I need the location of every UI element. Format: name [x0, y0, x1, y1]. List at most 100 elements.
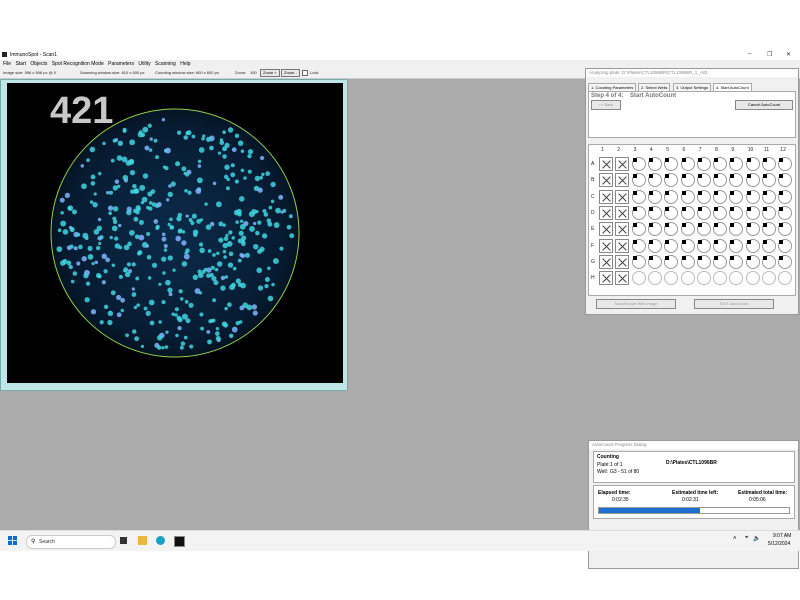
- plate-well[interactable]: [713, 205, 728, 220]
- plate-well[interactable]: [647, 157, 662, 171]
- plate-well[interactable]: [713, 238, 728, 253]
- plate-well[interactable]: [696, 238, 711, 253]
- chevron-up-icon[interactable]: ˄: [733, 536, 737, 542]
- plate-well[interactable]: [729, 271, 744, 286]
- plate-well[interactable]: [680, 271, 695, 286]
- save-export-well-image-button[interactable]: Save/Export Well Image: [596, 299, 676, 309]
- menu-utility[interactable]: Utility: [138, 61, 150, 67]
- plate-well[interactable]: [729, 189, 744, 204]
- plate-well[interactable]: [680, 173, 695, 188]
- plate-well[interactable]: [647, 238, 662, 253]
- plate-well[interactable]: [647, 222, 662, 237]
- plate-well[interactable]: [713, 189, 728, 204]
- plate-well[interactable]: [762, 157, 776, 171]
- plate-well[interactable]: [745, 173, 760, 188]
- plate-well[interactable]: [745, 189, 760, 204]
- plate-well[interactable]: [745, 222, 760, 237]
- file-explorer-icon[interactable]: [138, 536, 147, 545]
- maximize-icon[interactable]: ❐: [767, 51, 772, 58]
- plate-well[interactable]: [778, 173, 793, 188]
- plate-well[interactable]: [599, 205, 613, 220]
- plate-well[interactable]: [664, 173, 679, 188]
- plate-well[interactable]: [729, 238, 744, 253]
- zoom-out-button[interactable]: Zoom -: [281, 69, 300, 77]
- plate-well[interactable]: [647, 189, 662, 204]
- plate-well[interactable]: [729, 222, 744, 237]
- plate-well[interactable]: [615, 254, 630, 269]
- plate-well[interactable]: [696, 254, 711, 269]
- plate-well[interactable]: [664, 238, 679, 253]
- plate-well[interactable]: [599, 271, 613, 286]
- back-button[interactable]: << Back: [591, 100, 621, 110]
- plate-well[interactable]: [664, 271, 679, 286]
- plate-well[interactable]: [615, 189, 630, 204]
- exit-autocount-button[interactable]: EXIT AutoCount: [694, 299, 774, 309]
- menu-start[interactable]: Start: [15, 61, 26, 67]
- cancel-autocount-button[interactable]: Cancel AutoCount: [735, 100, 793, 110]
- plate-well[interactable]: [762, 173, 776, 188]
- plate-well[interactable]: [762, 271, 776, 286]
- plate-well[interactable]: [778, 189, 793, 204]
- plate-well[interactable]: [599, 157, 613, 171]
- plate-well[interactable]: [615, 157, 630, 171]
- plate-well[interactable]: [745, 205, 760, 220]
- plate-well[interactable]: [631, 254, 646, 269]
- plate-well[interactable]: [745, 157, 760, 171]
- plate-well[interactable]: [664, 205, 679, 220]
- task-view-icon[interactable]: [120, 537, 127, 544]
- plate-well[interactable]: [729, 254, 744, 269]
- plate-well[interactable]: [599, 173, 613, 188]
- plate-well[interactable]: [729, 173, 744, 188]
- volume-icon[interactable]: 🔈: [753, 535, 760, 542]
- plate-well[interactable]: [631, 157, 646, 171]
- plate-well[interactable]: [647, 205, 662, 220]
- plate-well[interactable]: [599, 254, 613, 269]
- plate-well[interactable]: [762, 254, 776, 269]
- plate-well[interactable]: [680, 254, 695, 269]
- plate-well[interactable]: [778, 157, 793, 171]
- plate-well[interactable]: [762, 222, 776, 237]
- plate-well[interactable]: [599, 238, 613, 253]
- plate-well[interactable]: [631, 222, 646, 237]
- menu-file[interactable]: File: [3, 61, 11, 67]
- plate-well[interactable]: [631, 189, 646, 204]
- plate-well[interactable]: [631, 173, 646, 188]
- zoom-in-button[interactable]: Zoom +: [260, 69, 280, 77]
- lock-checkbox[interactable]: [302, 70, 308, 76]
- plate-well[interactable]: [713, 271, 728, 286]
- clock-date[interactable]: 5/12/2024: [768, 541, 790, 547]
- plate-well[interactable]: [713, 173, 728, 188]
- plate-well[interactable]: [631, 271, 646, 286]
- plate-well[interactable]: [696, 205, 711, 220]
- menu-objects[interactable]: Objects: [30, 61, 47, 67]
- clock-time[interactable]: 9:07 AM: [773, 533, 791, 539]
- plate-well[interactable]: [778, 238, 793, 253]
- plate-well[interactable]: [696, 173, 711, 188]
- well-image-view[interactable]: 421: [0, 79, 348, 391]
- plate-well[interactable]: [680, 238, 695, 253]
- close-icon[interactable]: ✕: [786, 51, 791, 58]
- plate-well[interactable]: [664, 157, 679, 171]
- plate-well[interactable]: [696, 157, 711, 171]
- windows-start-icon[interactable]: [8, 536, 17, 545]
- plate-well[interactable]: [631, 205, 646, 220]
- plate-well[interactable]: [631, 238, 646, 253]
- plate-well[interactable]: [615, 238, 630, 253]
- plate-well[interactable]: [745, 238, 760, 253]
- plate-well[interactable]: [729, 205, 744, 220]
- plate-well[interactable]: [680, 222, 695, 237]
- plate-well[interactable]: [647, 271, 662, 286]
- plate-well[interactable]: [696, 222, 711, 237]
- edge-browser-icon[interactable]: [156, 536, 165, 545]
- plate-well[interactable]: [713, 157, 728, 171]
- plate-well[interactable]: [713, 222, 728, 237]
- plate-well[interactable]: [664, 222, 679, 237]
- plate-well[interactable]: [762, 189, 776, 204]
- plate-well[interactable]: [599, 189, 613, 204]
- plate-well[interactable]: [615, 271, 630, 286]
- plate-well[interactable]: [745, 254, 760, 269]
- plate-well[interactable]: [615, 173, 630, 188]
- plate-well[interactable]: [680, 189, 695, 204]
- plate-well[interactable]: [778, 254, 793, 269]
- menu-help[interactable]: Help: [180, 61, 190, 67]
